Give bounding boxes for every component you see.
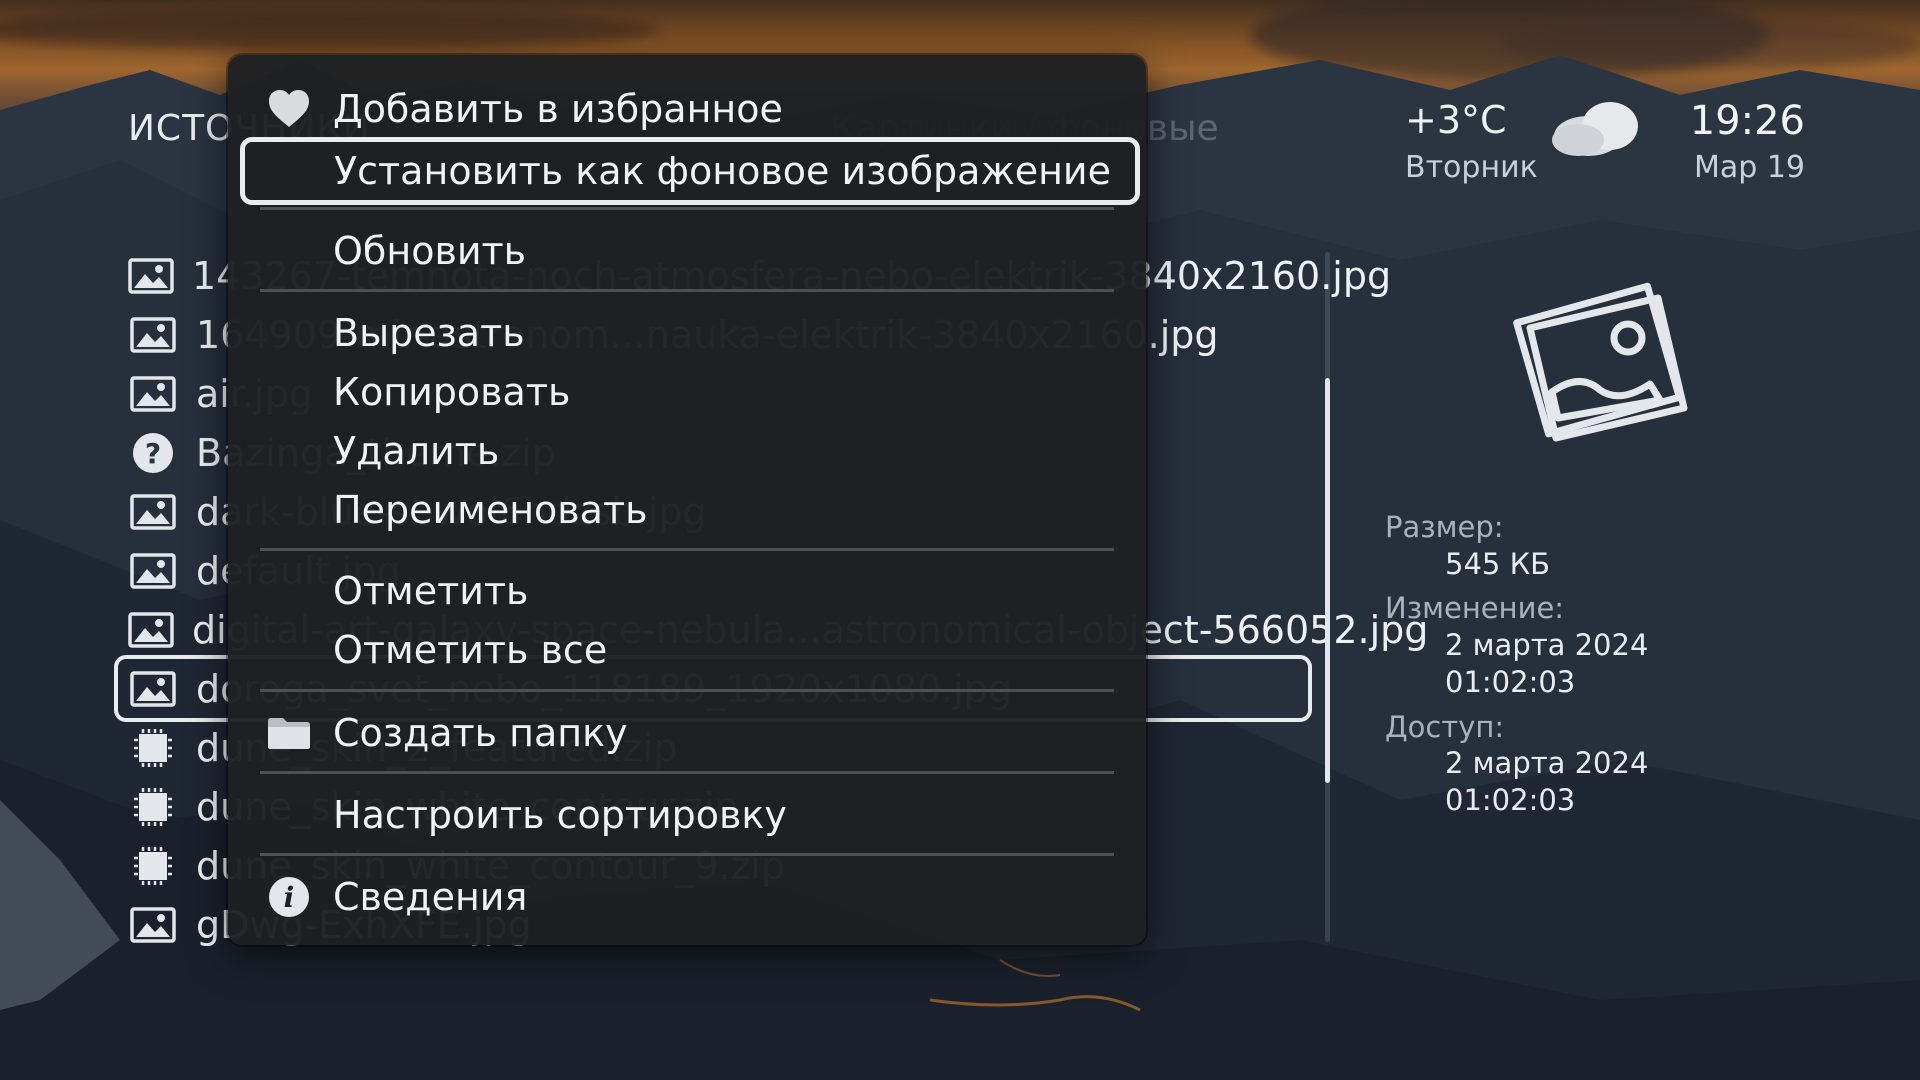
menu-item-cut[interactable]: Вырезать [228,305,1146,361]
menu-item-label: Установить как фоновое изображение [334,149,1111,193]
access-time: 01:02:03 [1445,783,1576,817]
menu-item-label: Обновить [333,229,527,273]
image-icon [128,610,174,650]
menu-item-label: Вырезать [333,311,525,355]
menu-item-mark[interactable]: Отметить [228,563,1146,619]
menu-item-label: Сведения [333,875,528,919]
menu-item-label: Отметить все [333,628,608,672]
unknown-file-icon: ? [128,432,178,473]
image-preview-icon [1513,282,1688,442]
svg-text:i: i [284,881,295,914]
menu-separator [260,289,1114,292]
menu-item-set-wallpaper[interactable]: Установить как фоновое изображение [240,137,1140,205]
size-label: Размер: [1385,510,1504,544]
image-icon [128,374,178,414]
menu-item-add-favourite[interactable]: Добавить в избранное [228,81,1146,137]
menu-item-mark-all[interactable]: Отметить все [228,622,1146,678]
scrollbar-thumb[interactable] [1325,378,1330,783]
image-icon [128,492,178,532]
menu-separator [260,207,1114,210]
menu-item-create-folder[interactable]: Создать папку [228,705,1146,761]
svg-text:?: ? [145,437,161,470]
menu-item-label: Копировать [333,370,571,414]
menu-separator [260,771,1114,774]
archive-icon [128,728,178,768]
modified-date: 2 марта 2024 [1445,628,1649,662]
image-icon [128,551,178,591]
info-icon: i [266,874,312,920]
weather-temperature: +3°C [1405,98,1507,142]
menu-item-refresh[interactable]: Обновить [228,223,1146,279]
menu-separator [260,689,1114,692]
menu-item-label: Настроить сортировку [333,793,787,837]
modified-time: 01:02:03 [1445,665,1576,699]
weather-day: Вторник [1405,150,1538,185]
access-date: 2 марта 2024 [1445,746,1649,780]
menu-item-copy[interactable]: Копировать [228,364,1146,420]
menu-item-label: Добавить в избранное [333,87,783,131]
menu-item-info[interactable]: i Сведения [228,869,1146,925]
size-value: 545 КБ [1445,547,1551,581]
clock-time: 19:26 [1689,98,1805,144]
menu-separator [260,548,1114,551]
context-menu: Добавить в избранное Установить как фоно… [228,55,1146,945]
menu-item-label: Отметить [333,569,529,613]
menu-item-sort-settings[interactable]: Настроить сортировку [228,787,1146,843]
image-icon [128,256,174,296]
folder-icon [266,710,312,756]
heart-icon [266,86,312,132]
menu-separator [260,853,1114,856]
cloud-icon [1552,102,1638,156]
image-icon [128,315,178,355]
archive-icon [128,787,178,827]
modified-label: Изменение: [1385,591,1565,625]
menu-item-rename[interactable]: Переименовать [228,482,1146,538]
image-icon [128,669,178,709]
image-icon [128,905,178,945]
archive-icon [128,846,178,886]
access-label: Доступ: [1385,710,1505,744]
menu-item-label: Переименовать [333,488,648,532]
menu-item-delete[interactable]: Удалить [228,423,1146,479]
clock-date: Мар 19 [1693,150,1805,185]
menu-item-label: Создать папку [333,711,628,755]
menu-item-label: Удалить [333,429,500,473]
